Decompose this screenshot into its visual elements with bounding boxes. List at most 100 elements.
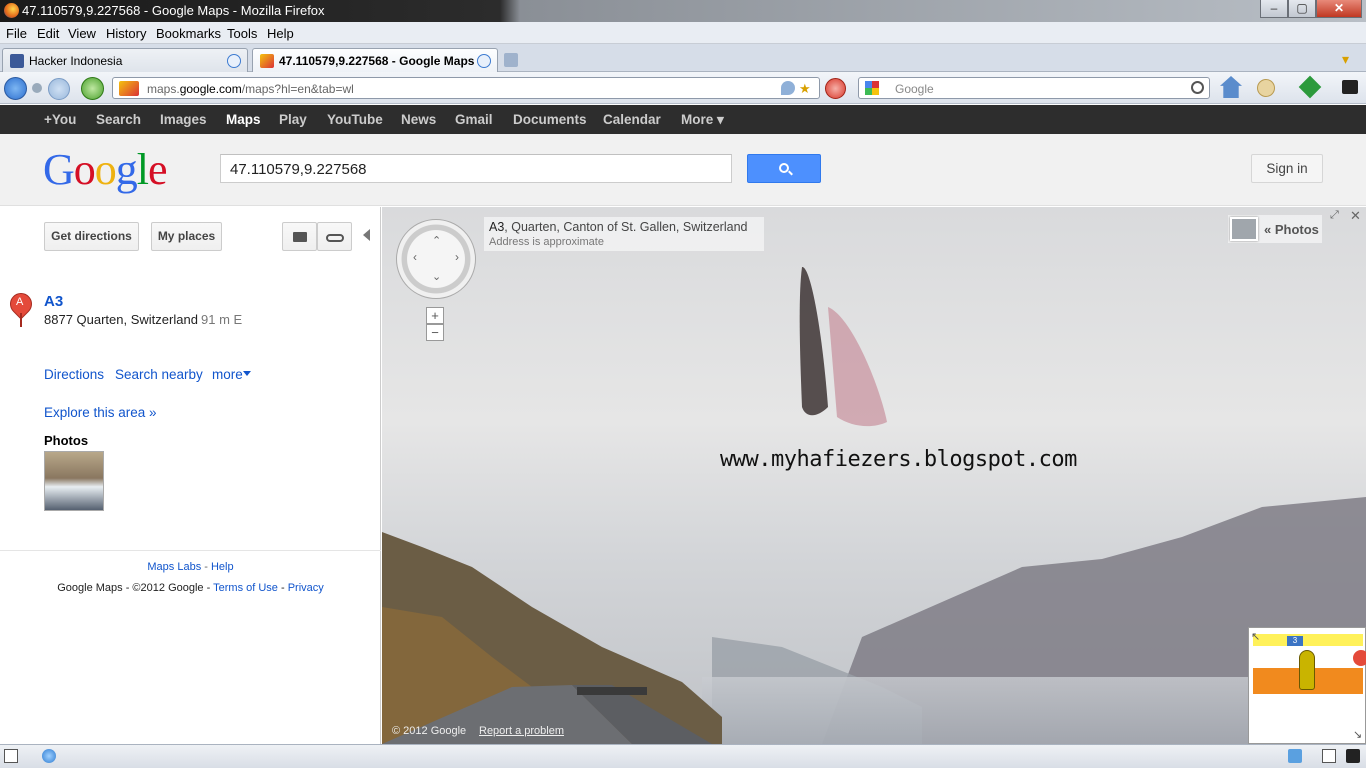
menu-history[interactable]: History — [106, 26, 146, 41]
tab-label: 47.110579,9.227568 - Google Maps — [279, 54, 475, 68]
photos-toggle[interactable]: « Photos — [1228, 215, 1322, 243]
tab-hacker-indonesia[interactable]: Hacker Indonesia — [2, 48, 248, 72]
google-logo[interactable]: Google — [43, 147, 168, 193]
location-icon[interactable] — [781, 81, 795, 95]
pan-right-icon[interactable]: › — [455, 250, 459, 264]
location-label-box: A3, Quarten, Canton of St. Gallen, Switz… — [484, 217, 764, 251]
footer-sep: - — [201, 561, 211, 573]
pan-down-icon[interactable]: ⌄ — [432, 270, 441, 283]
stop-icon[interactable] — [825, 78, 846, 99]
minimap-road-yellow — [1253, 634, 1363, 646]
zoom-out-button[interactable]: − — [426, 324, 444, 341]
photos-link[interactable]: « Photos — [1264, 222, 1319, 237]
maximize-button[interactable]: ▢ — [1288, 0, 1316, 18]
gbar-calendar[interactable]: Calendar — [603, 112, 661, 127]
gbar-youtube[interactable]: YouTube — [327, 112, 383, 127]
print-icon — [293, 232, 307, 242]
get-directions-button[interactable]: Get directions — [44, 222, 139, 251]
new-tab-icon[interactable] — [504, 53, 518, 67]
result-title-link[interactable]: A3 — [44, 293, 63, 310]
addon-status-icon[interactable] — [1288, 749, 1302, 763]
maps-search-button[interactable] — [747, 154, 821, 183]
google-engine-icon[interactable] — [865, 81, 879, 95]
tab-google-maps[interactable]: 47.110579,9.227568 - Google Maps — [252, 48, 498, 72]
terms-link[interactable]: Terms of Use — [213, 582, 278, 594]
close-button[interactable]: ✕ — [1316, 0, 1362, 18]
explore-area-link[interactable]: Explore this area » — [44, 405, 157, 420]
tab-list-icon[interactable]: ▾ — [1342, 51, 1349, 68]
menu-edit[interactable]: Edit — [37, 26, 59, 41]
search-icon[interactable] — [1191, 81, 1204, 94]
tab-close-icon[interactable] — [477, 54, 491, 68]
report-problem-link[interactable]: Report a problem — [479, 725, 564, 737]
gbar-maps[interactable]: Maps — [226, 112, 261, 127]
status-globe-icon[interactable] — [42, 749, 56, 763]
addon-p-icon[interactable] — [1322, 749, 1336, 763]
photo-thumbnail[interactable] — [44, 451, 104, 511]
expand-icon[interactable]: ⤢ — [1330, 209, 1339, 222]
window-title: 47.110579,9.227568 - Google Maps - Mozil… — [22, 3, 325, 18]
url-domain: google.com — [179, 82, 242, 96]
addon-green-icon[interactable] — [1298, 75, 1322, 99]
gbar-documents[interactable]: Documents — [513, 112, 587, 127]
help-link[interactable]: Help — [211, 561, 234, 573]
collapse-panel-icon[interactable] — [363, 229, 370, 241]
window-title-bar: 47.110579,9.227568 - Google Maps - Mozil… — [0, 0, 1366, 22]
menu-tools[interactable]: Tools — [227, 26, 257, 41]
street-view-panorama[interactable]: ⌃ ⌄ ‹ › + − A3, Quarten, Canton of St. G… — [382, 207, 1366, 744]
gbar-images[interactable]: Images — [160, 112, 207, 127]
history-dropdown-icon[interactable] — [32, 83, 42, 93]
menu-bar: File Edit View History Bookmarks Tools H… — [0, 22, 1366, 44]
menu-bookmarks[interactable]: Bookmarks — [156, 26, 221, 41]
addon-hd-icon[interactable] — [1346, 749, 1360, 763]
overview-minimap[interactable]: 3 ↖ ↘ — [1248, 627, 1366, 744]
minimap-marker-icon — [1353, 650, 1366, 666]
tab-close-icon[interactable] — [227, 54, 241, 68]
close-streetview-icon[interactable]: ✕ — [1350, 208, 1361, 224]
status-icon[interactable] — [4, 749, 18, 763]
gbar-news[interactable]: News — [401, 112, 436, 127]
menu-help[interactable]: Help — [267, 26, 294, 41]
maps-search-input[interactable]: 47.110579,9.227568 — [220, 154, 732, 183]
gbar-play[interactable]: Play — [279, 112, 307, 127]
print-button[interactable] — [282, 222, 317, 251]
pan-up-icon[interactable]: ⌃ — [432, 234, 441, 247]
zoom-in-button[interactable]: + — [426, 307, 444, 324]
my-places-button[interactable]: My places — [151, 222, 222, 251]
search-nearby-link[interactable]: Search nearby — [115, 367, 203, 382]
sign-in-button[interactable]: Sign in — [1251, 154, 1323, 183]
menu-view[interactable]: View — [68, 26, 96, 41]
gbar-search[interactable]: Search — [96, 112, 141, 127]
search-bar[interactable]: Google — [858, 77, 1210, 99]
addon-icon[interactable] — [1257, 79, 1275, 97]
url-domain-prefix: maps. — [147, 82, 180, 96]
pegman-icon[interactable] — [1299, 650, 1315, 690]
home-icon[interactable] — [1220, 76, 1242, 98]
left-panel: Get directions My places A A3 8877 Quart… — [0, 207, 381, 744]
site-identity-icon[interactable] — [119, 81, 139, 96]
gbar-plus-you[interactable]: +You — [44, 112, 76, 127]
gbar-gmail[interactable]: Gmail — [455, 112, 493, 127]
pan-control[interactable]: ⌃ ⌄ ‹ › — [396, 219, 476, 299]
forward-icon[interactable] — [48, 78, 70, 100]
url-bar[interactable]: maps.google.com/maps?hl=en&tab=wl ★ — [112, 77, 820, 99]
minimap-collapse-icon[interactable]: ↘ — [1353, 728, 1362, 741]
url-text[interactable]: maps.google.com/maps?hl=en&tab=wl — [147, 82, 354, 96]
link-button[interactable] — [317, 222, 352, 251]
more-actions-link[interactable]: more — [212, 367, 243, 382]
gbar-more[interactable]: More ▾ — [681, 112, 724, 128]
back-icon[interactable] — [4, 77, 27, 100]
directions-link[interactable]: Directions — [44, 367, 104, 382]
minimap-route-shield: 3 — [1287, 636, 1303, 646]
pan-left-icon[interactable]: ‹ — [413, 250, 417, 264]
menu-file[interactable]: File — [6, 26, 27, 41]
minimize-button[interactable]: – — [1260, 0, 1288, 18]
privacy-link[interactable]: Privacy — [288, 582, 324, 594]
reload-icon[interactable] — [81, 77, 104, 100]
maps-labs-link[interactable]: Maps Labs — [147, 561, 201, 573]
bookmark-star-icon[interactable]: ★ — [799, 81, 811, 97]
google-maps-icon — [260, 54, 274, 68]
location-road: A3 — [489, 220, 505, 234]
minimap-expand-icon[interactable]: ↖ — [1251, 630, 1260, 643]
hd-icon[interactable] — [1342, 80, 1358, 94]
